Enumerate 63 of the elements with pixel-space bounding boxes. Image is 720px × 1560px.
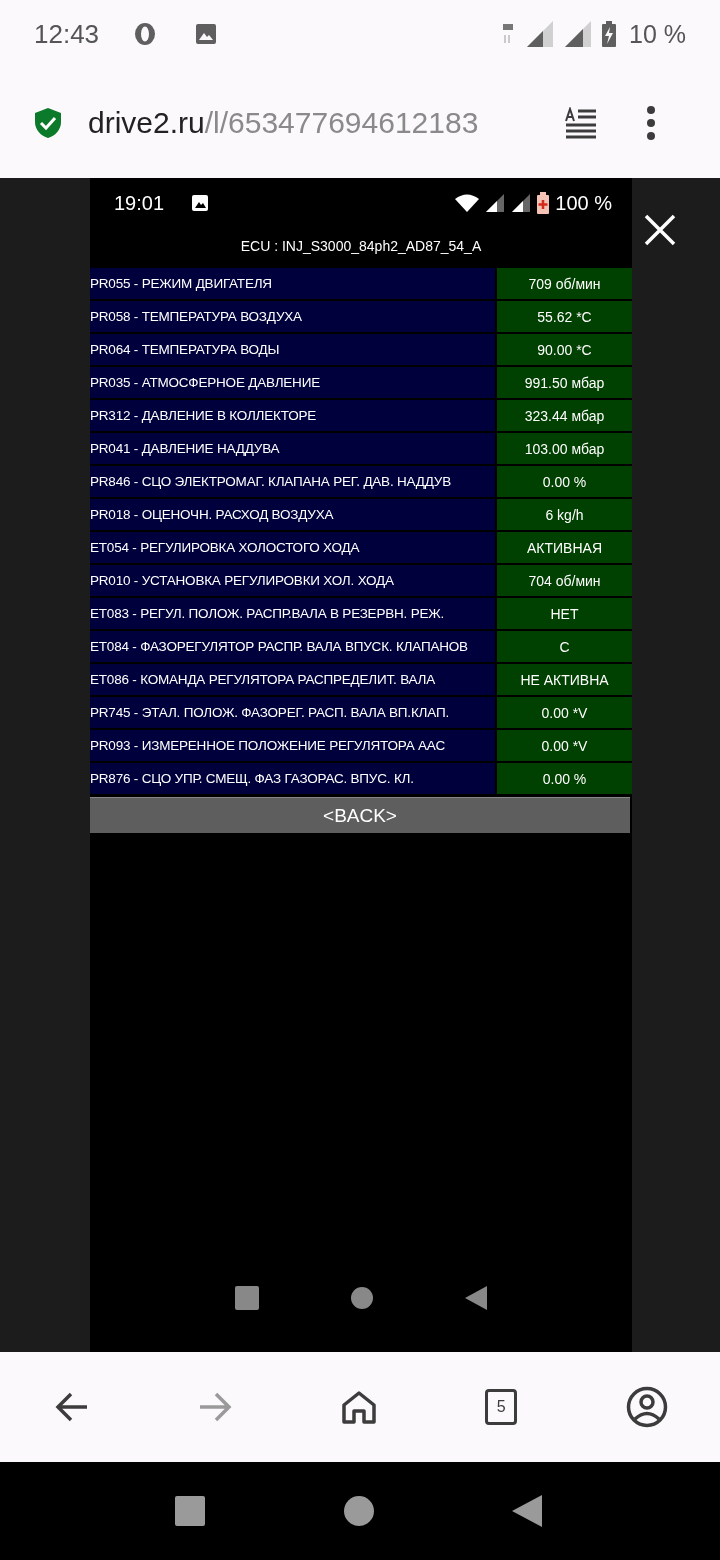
- home-icon[interactable]: [340, 1390, 377, 1424]
- parameter-label: ET084 - ФАЗОРЕГУЛЯТОР РАСПР. ВАЛА ВПУСК. КЛАПАНОВ: [90, 631, 495, 662]
- more-menu-icon[interactable]: [646, 106, 656, 140]
- signal-icon: [511, 194, 532, 212]
- parameter-value: 0.00 %: [497, 763, 632, 794]
- parameter-value: 6 kg/h: [497, 499, 632, 530]
- parameter-value: 323.44 мбар: [497, 400, 632, 431]
- forward-arrow-icon[interactable]: [197, 1392, 232, 1422]
- secure-shield-icon[interactable]: [34, 107, 62, 139]
- reader-mode-icon[interactable]: [564, 107, 598, 139]
- home-icon: [350, 1286, 374, 1310]
- parameter-label: PR055 - РЕЖИМ ДВИГАТЕЛЯ: [90, 268, 495, 299]
- image-icon: [192, 195, 209, 211]
- parameter-value: АКТИВНАЯ: [497, 532, 632, 563]
- parameter-value: 709 об/мин: [497, 268, 632, 299]
- signal-icon: [525, 21, 555, 47]
- parameter-value: 0.00 *V: [497, 697, 632, 728]
- parameter-value: 0.00 %: [497, 466, 632, 497]
- parameter-value: 55.62 *C: [497, 301, 632, 332]
- parameter-value: C: [497, 631, 632, 662]
- wifi-icon: [455, 194, 480, 212]
- parameter-label: PR064 - ТЕМПЕРАТУРА ВОДЫ: [90, 334, 495, 365]
- battery-percent: 10 %: [629, 19, 686, 49]
- parameter-label: PR058 - ТЕМПЕРАТУРА ВОЗДУХА: [90, 301, 495, 332]
- parameter-label: ET054 - РЕГУЛИРОВКА ХОЛОСТОГО ХОДА: [90, 532, 495, 563]
- parameter-label: ET083 - РЕГУЛ. ПОЛОЖ. РАСПР.ВАЛА В РЕЗЕРВН. РЕЖ.: [90, 598, 495, 629]
- opera-icon: [133, 22, 158, 46]
- tabs-button[interactable]: 5: [485, 1389, 518, 1425]
- recents-icon: [235, 1286, 260, 1310]
- parameter-label: PR312 - ДАВЛЕНИЕ В КОЛЛЕКТОРЕ: [90, 400, 495, 431]
- parameter-label: PR846 - СЦО ЭЛЕКТРОМАГ. КЛАПАНА РЕГ. ДАВ. НАДДУВ: [90, 466, 495, 497]
- parameter-value: 103.00 мбар: [497, 433, 632, 464]
- back-icon: [464, 1286, 487, 1310]
- parameter-value: 704 об/мин: [497, 565, 632, 596]
- parameter-value: 90.00 *C: [497, 334, 632, 365]
- back-button[interactable]: <BACK>: [90, 797, 630, 833]
- back-icon[interactable]: [512, 1495, 542, 1527]
- parameter-label: PR035 - АТМОСФЕРНОЕ ДАВЛЕНИЕ: [90, 367, 495, 398]
- parameter-label: PR093 - ИЗМЕРЕННОЕ ПОЛОЖЕНИЕ РЕГУЛЯТОРА AAC: [90, 730, 495, 761]
- account-icon[interactable]: [626, 1386, 668, 1428]
- parameter-label: PR010 - УСТАНОВКА РЕГУЛИРОВКИ ХОЛ. ХОДА: [90, 565, 495, 596]
- parameter-label: PR018 - ОЦЕНОЧН. РАСХОД ВОЗДУХА: [90, 499, 495, 530]
- parameter-value: НЕТ: [497, 598, 632, 629]
- signal-icon: [485, 194, 506, 212]
- battery-percent: 100 %: [555, 191, 612, 215]
- parameter-label: ET086 - КОМАНДА РЕГУЛЯТОРА РАСПРЕДЕЛИТ. ВАЛА: [90, 664, 495, 695]
- status-time: 19:01: [114, 191, 165, 215]
- back-arrow-icon[interactable]: [55, 1392, 89, 1422]
- parameter-label: PR876 - СЦО УПР. СМЕЩ. ФАЗ ГАЗОРАС. ВПУС. КЛ.: [90, 763, 495, 794]
- parameter-label: PR745 - ЭТАЛ. ПОЛОЖ. ФАЗОРЕГ. РАСП. ВАЛА ВП.КЛАП.: [90, 697, 495, 728]
- parameter-value: 991.50 мбар: [497, 367, 632, 398]
- image-icon: [195, 23, 218, 45]
- battery-charging-icon: [601, 21, 617, 47]
- parameter-label: PR041 - ДАВЛЕНИЕ НАДДУВА: [90, 433, 495, 464]
- home-icon[interactable]: [343, 1496, 374, 1526]
- signal-icon: [563, 21, 593, 47]
- battery-icon: [537, 192, 550, 214]
- ecu-title: ECU : INJ_S3000_84ph2_AD87_54_A: [239, 237, 483, 256]
- parameter-value: НЕ АКТИВНА: [497, 664, 632, 695]
- parameter-value: 0.00 *V: [497, 730, 632, 761]
- status-time: 12:43: [34, 18, 100, 50]
- close-icon[interactable]: [644, 214, 676, 246]
- url-field[interactable]: drive2.ru/l/653477694612183: [88, 106, 548, 140]
